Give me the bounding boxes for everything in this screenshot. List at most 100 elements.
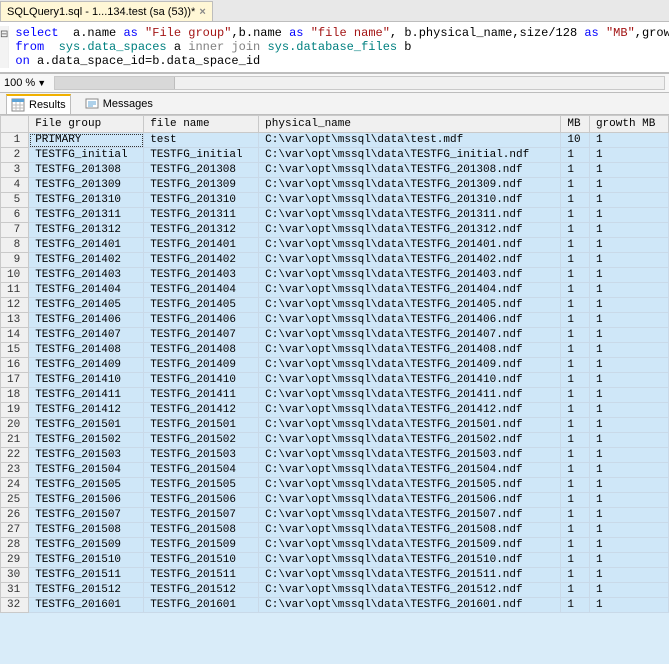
cell[interactable]: 1 (589, 208, 668, 223)
cell[interactable]: 1 (589, 328, 668, 343)
horizontal-scrollbar[interactable] (54, 76, 665, 90)
cell[interactable]: 1 (561, 523, 590, 538)
cell[interactable]: C:\var\opt\mssql\data\TESTFG_201310.ndf (259, 193, 561, 208)
cell[interactable]: 1 (561, 208, 590, 223)
cell[interactable]: 1 (589, 538, 668, 553)
cell[interactable]: 1 (589, 178, 668, 193)
table-row[interactable]: 27TESTFG_201508TESTFG_201508C:\var\opt\m… (1, 523, 669, 538)
cell[interactable]: 1 (589, 418, 668, 433)
cell[interactable]: 1 (561, 178, 590, 193)
editor-tab[interactable]: SQLQuery1.sql - 1...134.test (sa (53))* … (0, 1, 213, 21)
row-number[interactable]: 29 (1, 553, 29, 568)
row-number[interactable]: 32 (1, 598, 29, 613)
cell[interactable]: TESTFG_201407 (144, 328, 259, 343)
cell[interactable]: TESTFG_201310 (29, 193, 144, 208)
sql-editor[interactable]: ⊟ select a.name as "File group",b.name a… (0, 22, 669, 73)
cell[interactable]: TESTFG_201511 (29, 568, 144, 583)
cell[interactable]: C:\var\opt\mssql\data\TESTFG_201408.ndf (259, 343, 561, 358)
cell[interactable]: TESTFG_201409 (144, 358, 259, 373)
cell[interactable]: TESTFG_201411 (29, 388, 144, 403)
cell[interactable]: C:\var\opt\mssql\data\TESTFG_201511.ndf (259, 568, 561, 583)
cell[interactable]: TESTFG_201411 (144, 388, 259, 403)
cell[interactable]: 1 (589, 283, 668, 298)
cell[interactable]: TESTFG_201506 (144, 493, 259, 508)
cell[interactable]: TESTFG_201504 (144, 463, 259, 478)
cell[interactable]: TESTFG_201508 (144, 523, 259, 538)
cell[interactable]: C:\var\opt\mssql\data\TESTFG_201501.ndf (259, 418, 561, 433)
table-row[interactable]: 3TESTFG_201308TESTFG_201308C:\var\opt\ms… (1, 163, 669, 178)
cell[interactable]: TESTFG_201405 (29, 298, 144, 313)
outline-toggle-icon[interactable]: ⊟ (0, 28, 8, 42)
cell[interactable]: 1 (561, 508, 590, 523)
cell[interactable]: TESTFG_201407 (29, 328, 144, 343)
row-number[interactable]: 10 (1, 268, 29, 283)
cell[interactable]: TESTFG_201509 (29, 538, 144, 553)
table-row[interactable]: 21TESTFG_201502TESTFG_201502C:\var\opt\m… (1, 433, 669, 448)
cell[interactable]: 1 (589, 448, 668, 463)
cell[interactable]: 1 (589, 598, 668, 613)
cell[interactable]: TESTFG_201502 (144, 433, 259, 448)
cell[interactable]: 1 (561, 433, 590, 448)
cell[interactable]: 1 (589, 568, 668, 583)
cell[interactable]: TESTFG_201510 (144, 553, 259, 568)
cell[interactable]: C:\var\opt\mssql\data\TESTFG_201404.ndf (259, 283, 561, 298)
cell[interactable]: C:\var\opt\mssql\data\TESTFG_201410.ndf (259, 373, 561, 388)
table-row[interactable]: 10TESTFG_201403TESTFG_201403C:\var\opt\m… (1, 268, 669, 283)
cell[interactable]: TESTFG_201402 (144, 253, 259, 268)
table-row[interactable]: 18TESTFG_201411TESTFG_201411C:\var\opt\m… (1, 388, 669, 403)
table-row[interactable]: 1PRIMARYtestC:\var\opt\mssql\data\test.m… (1, 133, 669, 148)
table-row[interactable]: 20TESTFG_201501TESTFG_201501C:\var\opt\m… (1, 418, 669, 433)
cell[interactable]: 1 (561, 538, 590, 553)
table-row[interactable]: 25TESTFG_201506TESTFG_201506C:\var\opt\m… (1, 493, 669, 508)
row-number[interactable]: 16 (1, 358, 29, 373)
cell[interactable]: TESTFG_201405 (144, 298, 259, 313)
table-row[interactable]: 9TESTFG_201402TESTFG_201402C:\var\opt\ms… (1, 253, 669, 268)
row-number[interactable]: 9 (1, 253, 29, 268)
cell[interactable]: TESTFG_201510 (29, 553, 144, 568)
cell[interactable]: 1 (561, 238, 590, 253)
cell[interactable]: TESTFG_201406 (144, 313, 259, 328)
cell[interactable]: C:\var\opt\mssql\data\TESTFG_201411.ndf (259, 388, 561, 403)
row-number[interactable]: 20 (1, 418, 29, 433)
cell[interactable]: TESTFG_201507 (144, 508, 259, 523)
cell[interactable]: C:\var\opt\mssql\data\TESTFG_201412.ndf (259, 403, 561, 418)
row-number[interactable]: 8 (1, 238, 29, 253)
cell[interactable]: TESTFG_201404 (29, 283, 144, 298)
cell[interactable]: 1 (561, 283, 590, 298)
cell[interactable]: TESTFG_201409 (29, 358, 144, 373)
chevron-down-icon[interactable]: ▼ (37, 78, 46, 88)
cell[interactable]: 1 (561, 253, 590, 268)
cell[interactable]: 1 (589, 343, 668, 358)
column-header[interactable]: growth MB (589, 116, 668, 133)
cell[interactable]: TESTFG_initial (144, 148, 259, 163)
cell[interactable]: TESTFG_201403 (29, 268, 144, 283)
table-row[interactable]: 26TESTFG_201507TESTFG_201507C:\var\opt\m… (1, 508, 669, 523)
cell[interactable]: test (144, 133, 259, 148)
tab-messages[interactable]: Messages (81, 95, 157, 113)
cell[interactable]: 1 (561, 313, 590, 328)
cell[interactable]: C:\var\opt\mssql\data\TESTFG_201510.ndf (259, 553, 561, 568)
cell[interactable]: 1 (561, 493, 590, 508)
cell[interactable]: TESTFG_201601 (29, 598, 144, 613)
table-row[interactable]: 14TESTFG_201407TESTFG_201407C:\var\opt\m… (1, 328, 669, 343)
row-number[interactable]: 1 (1, 133, 29, 148)
close-icon[interactable]: × (199, 6, 205, 18)
cell[interactable]: PRIMARY (29, 133, 144, 148)
cell[interactable]: TESTFG_201509 (144, 538, 259, 553)
cell[interactable]: TESTFG_201404 (144, 283, 259, 298)
cell[interactable]: TESTFG_201504 (29, 463, 144, 478)
table-row[interactable]: 11TESTFG_201404TESTFG_201404C:\var\opt\m… (1, 283, 669, 298)
cell[interactable]: C:\var\opt\mssql\data\TESTFG_201509.ndf (259, 538, 561, 553)
cell[interactable]: TESTFG_201505 (29, 478, 144, 493)
cell[interactable]: 1 (561, 553, 590, 568)
cell[interactable]: TESTFG_201412 (29, 403, 144, 418)
results-grid-container[interactable]: File groupfile namephysical_nameMBgrowth… (0, 115, 669, 664)
cell[interactable]: TESTFG_201403 (144, 268, 259, 283)
cell[interactable]: 1 (561, 403, 590, 418)
row-number[interactable]: 3 (1, 163, 29, 178)
cell[interactable]: 1 (589, 313, 668, 328)
cell[interactable]: 1 (589, 493, 668, 508)
table-row[interactable]: 23TESTFG_201504TESTFG_201504C:\var\opt\m… (1, 463, 669, 478)
cell[interactable]: 1 (589, 238, 668, 253)
cell[interactable]: 1 (561, 568, 590, 583)
